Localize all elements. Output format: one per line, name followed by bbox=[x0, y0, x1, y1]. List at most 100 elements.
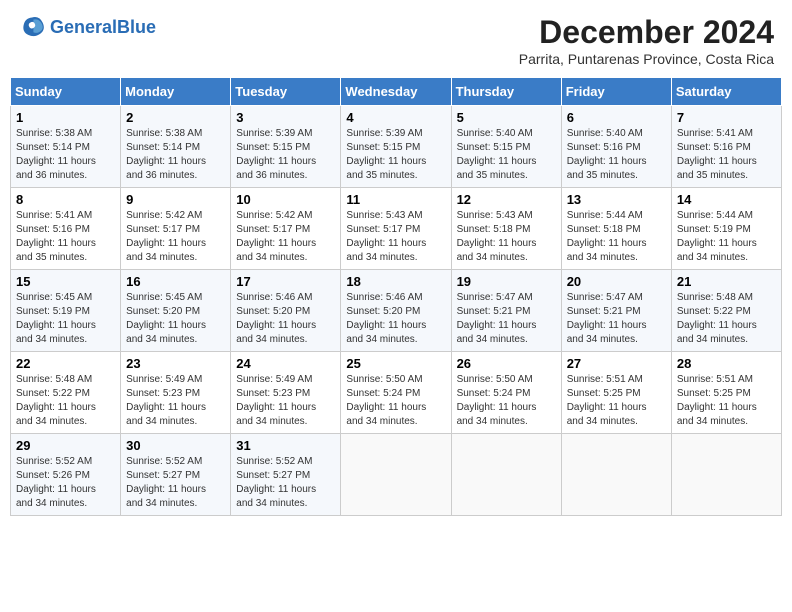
day-info: Sunrise: 5:45 AMSunset: 5:19 PMDaylight:… bbox=[16, 291, 115, 347]
weekday-header-friday: Friday bbox=[561, 78, 671, 106]
calendar-cell: 4Sunrise: 5:39 AMSunset: 5:15 PMDaylight… bbox=[341, 106, 451, 188]
day-info: Sunrise: 5:41 AMSunset: 5:16 PMDaylight:… bbox=[677, 127, 776, 183]
day-number: 29 bbox=[16, 438, 115, 453]
logo-icon bbox=[18, 14, 46, 42]
day-info: Sunrise: 5:47 AMSunset: 5:21 PMDaylight:… bbox=[567, 291, 666, 347]
calendar-cell: 17 Sunrise: 5:46 AMSunset: 5:20 PMDayligh… bbox=[231, 270, 341, 352]
day-number: 4 bbox=[346, 110, 445, 125]
day-number: 18 bbox=[346, 274, 445, 289]
calendar-cell: 16Sunrise: 5:45 AMSunset: 5:20 PMDayligh… bbox=[121, 270, 231, 352]
day-number: 5 bbox=[457, 110, 556, 125]
day-number: 1 bbox=[16, 110, 115, 125]
day-info: Sunrise: 5:49 AMSunset: 5:23 PMDaylight:… bbox=[236, 373, 335, 429]
day-info: Sunrise: 5:51 AMSunset: 5:25 PMDaylight:… bbox=[677, 373, 776, 429]
weekday-header-saturday: Saturday bbox=[671, 78, 781, 106]
calendar-cell: 8Sunrise: 5:41 AMSunset: 5:16 PMDaylight… bbox=[11, 188, 121, 270]
title-block: December 2024 Parrita, Puntarenas Provin… bbox=[519, 14, 774, 67]
day-number: 25 bbox=[346, 356, 445, 371]
day-number: 9 bbox=[126, 192, 225, 207]
calendar-cell: 15 Sunrise: 5:45 AMSunset: 5:19 PMDayligh… bbox=[11, 270, 121, 352]
calendar-cell: 27Sunrise: 5:51 AMSunset: 5:25 PMDayligh… bbox=[561, 352, 671, 434]
day-info: Sunrise: 5:52 AMSunset: 5:27 PMDaylight:… bbox=[126, 455, 225, 511]
day-info: Sunrise: 5:42 AMSunset: 5:17 PMDaylight:… bbox=[126, 209, 225, 265]
calendar-week-1: 1 Sunrise: 5:38 AMSunset: 5:14 PMDaylight… bbox=[11, 106, 782, 188]
day-info: Sunrise: 5:47 AMSunset: 5:21 PMDaylight:… bbox=[457, 291, 556, 347]
logo-general: General bbox=[50, 17, 117, 37]
day-number: 15 bbox=[16, 274, 115, 289]
day-number: 12 bbox=[457, 192, 556, 207]
calendar-week-3: 15 Sunrise: 5:45 AMSunset: 5:19 PMDayligh… bbox=[11, 270, 782, 352]
logo-text: GeneralBlue bbox=[50, 18, 156, 38]
day-info: Sunrise: 5:41 AMSunset: 5:16 PMDaylight:… bbox=[16, 209, 115, 265]
day-info: Sunrise: 5:50 AMSunset: 5:24 PMDaylight:… bbox=[457, 373, 556, 429]
day-number: 17 bbox=[236, 274, 335, 289]
calendar-cell: 20 Sunrise: 5:47 AMSunset: 5:21 PMDayligh… bbox=[561, 270, 671, 352]
calendar-cell: 11 Sunrise: 5:43 AMSunset: 5:17 PMDayligh… bbox=[341, 188, 451, 270]
day-info: Sunrise: 5:40 AMSunset: 5:15 PMDaylight:… bbox=[457, 127, 556, 183]
weekday-header-monday: Monday bbox=[121, 78, 231, 106]
day-info: Sunrise: 5:40 AMSunset: 5:16 PMDaylight:… bbox=[567, 127, 666, 183]
day-number: 31 bbox=[236, 438, 335, 453]
calendar-cell: 29 Sunrise: 5:52 AMSunset: 5:26 PMDayligh… bbox=[11, 434, 121, 516]
day-info: Sunrise: 5:46 AMSunset: 5:20 PMDaylight:… bbox=[236, 291, 335, 347]
calendar-cell: 31 Sunrise: 5:52 AMSunset: 5:27 PMDayligh… bbox=[231, 434, 341, 516]
day-number: 14 bbox=[677, 192, 776, 207]
day-number: 19 bbox=[457, 274, 556, 289]
calendar-cell: 10 Sunrise: 5:42 AMSunset: 5:17 PMDayligh… bbox=[231, 188, 341, 270]
weekday-header-tuesday: Tuesday bbox=[231, 78, 341, 106]
day-info: Sunrise: 5:48 AMSunset: 5:22 PMDaylight:… bbox=[677, 291, 776, 347]
calendar-cell bbox=[561, 434, 671, 516]
day-number: 3 bbox=[236, 110, 335, 125]
calendar-cell: 28 Sunrise: 5:51 AMSunset: 5:25 PMDayligh… bbox=[671, 352, 781, 434]
calendar-cell: 22Sunrise: 5:48 AMSunset: 5:22 PMDayligh… bbox=[11, 352, 121, 434]
day-info: Sunrise: 5:52 AMSunset: 5:27 PMDaylight:… bbox=[236, 455, 335, 511]
day-info: Sunrise: 5:42 AMSunset: 5:17 PMDaylight:… bbox=[236, 209, 335, 265]
day-number: 26 bbox=[457, 356, 556, 371]
calendar-cell: 12Sunrise: 5:43 AMSunset: 5:18 PMDayligh… bbox=[451, 188, 561, 270]
day-number: 27 bbox=[567, 356, 666, 371]
day-info: Sunrise: 5:43 AMSunset: 5:17 PMDaylight:… bbox=[346, 209, 445, 265]
calendar-week-2: 8Sunrise: 5:41 AMSunset: 5:16 PMDaylight… bbox=[11, 188, 782, 270]
calendar-table: SundayMondayTuesdayWednesdayThursdayFrid… bbox=[10, 77, 782, 516]
day-number: 6 bbox=[567, 110, 666, 125]
calendar-cell bbox=[341, 434, 451, 516]
day-number: 24 bbox=[236, 356, 335, 371]
calendar-cell: 6 Sunrise: 5:40 AMSunset: 5:16 PMDaylight… bbox=[561, 106, 671, 188]
day-number: 20 bbox=[567, 274, 666, 289]
calendar-cell: 5 Sunrise: 5:40 AMSunset: 5:15 PMDaylight… bbox=[451, 106, 561, 188]
day-number: 7 bbox=[677, 110, 776, 125]
weekday-header-sunday: Sunday bbox=[11, 78, 121, 106]
calendar-cell: 7 Sunrise: 5:41 AMSunset: 5:16 PMDaylight… bbox=[671, 106, 781, 188]
calendar-cell: 9 Sunrise: 5:42 AMSunset: 5:17 PMDaylight… bbox=[121, 188, 231, 270]
day-info: Sunrise: 5:52 AMSunset: 5:26 PMDaylight:… bbox=[16, 455, 115, 511]
day-info: Sunrise: 5:48 AMSunset: 5:22 PMDaylight:… bbox=[16, 373, 115, 429]
calendar-cell bbox=[671, 434, 781, 516]
day-number: 21 bbox=[677, 274, 776, 289]
location-subtitle: Parrita, Puntarenas Province, Costa Rica bbox=[519, 51, 774, 67]
logo-blue: Blue bbox=[117, 17, 156, 37]
header: GeneralBlue December 2024 Parrita, Punta… bbox=[10, 10, 782, 71]
day-info: Sunrise: 5:38 AMSunset: 5:14 PMDaylight:… bbox=[126, 127, 225, 183]
day-number: 28 bbox=[677, 356, 776, 371]
calendar-cell: 3Sunrise: 5:39 AMSunset: 5:15 PMDaylight… bbox=[231, 106, 341, 188]
day-info: Sunrise: 5:38 AMSunset: 5:14 PMDaylight:… bbox=[16, 127, 115, 183]
calendar-cell: 14 Sunrise: 5:44 AMSunset: 5:19 PMDayligh… bbox=[671, 188, 781, 270]
day-number: 13 bbox=[567, 192, 666, 207]
day-number: 11 bbox=[346, 192, 445, 207]
day-number: 30 bbox=[126, 438, 225, 453]
calendar-cell bbox=[451, 434, 561, 516]
calendar-cell: 21 Sunrise: 5:48 AMSunset: 5:22 PMDayligh… bbox=[671, 270, 781, 352]
calendar-cell: 25Sunrise: 5:50 AMSunset: 5:24 PMDayligh… bbox=[341, 352, 451, 434]
calendar-week-4: 22Sunrise: 5:48 AMSunset: 5:22 PMDayligh… bbox=[11, 352, 782, 434]
month-title: December 2024 bbox=[519, 14, 774, 51]
calendar-cell: 26 Sunrise: 5:50 AMSunset: 5:24 PMDayligh… bbox=[451, 352, 561, 434]
day-number: 10 bbox=[236, 192, 335, 207]
day-info: Sunrise: 5:44 AMSunset: 5:18 PMDaylight:… bbox=[567, 209, 666, 265]
weekday-header-wednesday: Wednesday bbox=[341, 78, 451, 106]
day-info: Sunrise: 5:46 AMSunset: 5:20 PMDaylight:… bbox=[346, 291, 445, 347]
calendar-week-5: 29 Sunrise: 5:52 AMSunset: 5:26 PMDayligh… bbox=[11, 434, 782, 516]
calendar-cell: 24 Sunrise: 5:49 AMSunset: 5:23 PMDayligh… bbox=[231, 352, 341, 434]
day-info: Sunrise: 5:49 AMSunset: 5:23 PMDaylight:… bbox=[126, 373, 225, 429]
day-info: Sunrise: 5:44 AMSunset: 5:19 PMDaylight:… bbox=[677, 209, 776, 265]
day-number: 23 bbox=[126, 356, 225, 371]
